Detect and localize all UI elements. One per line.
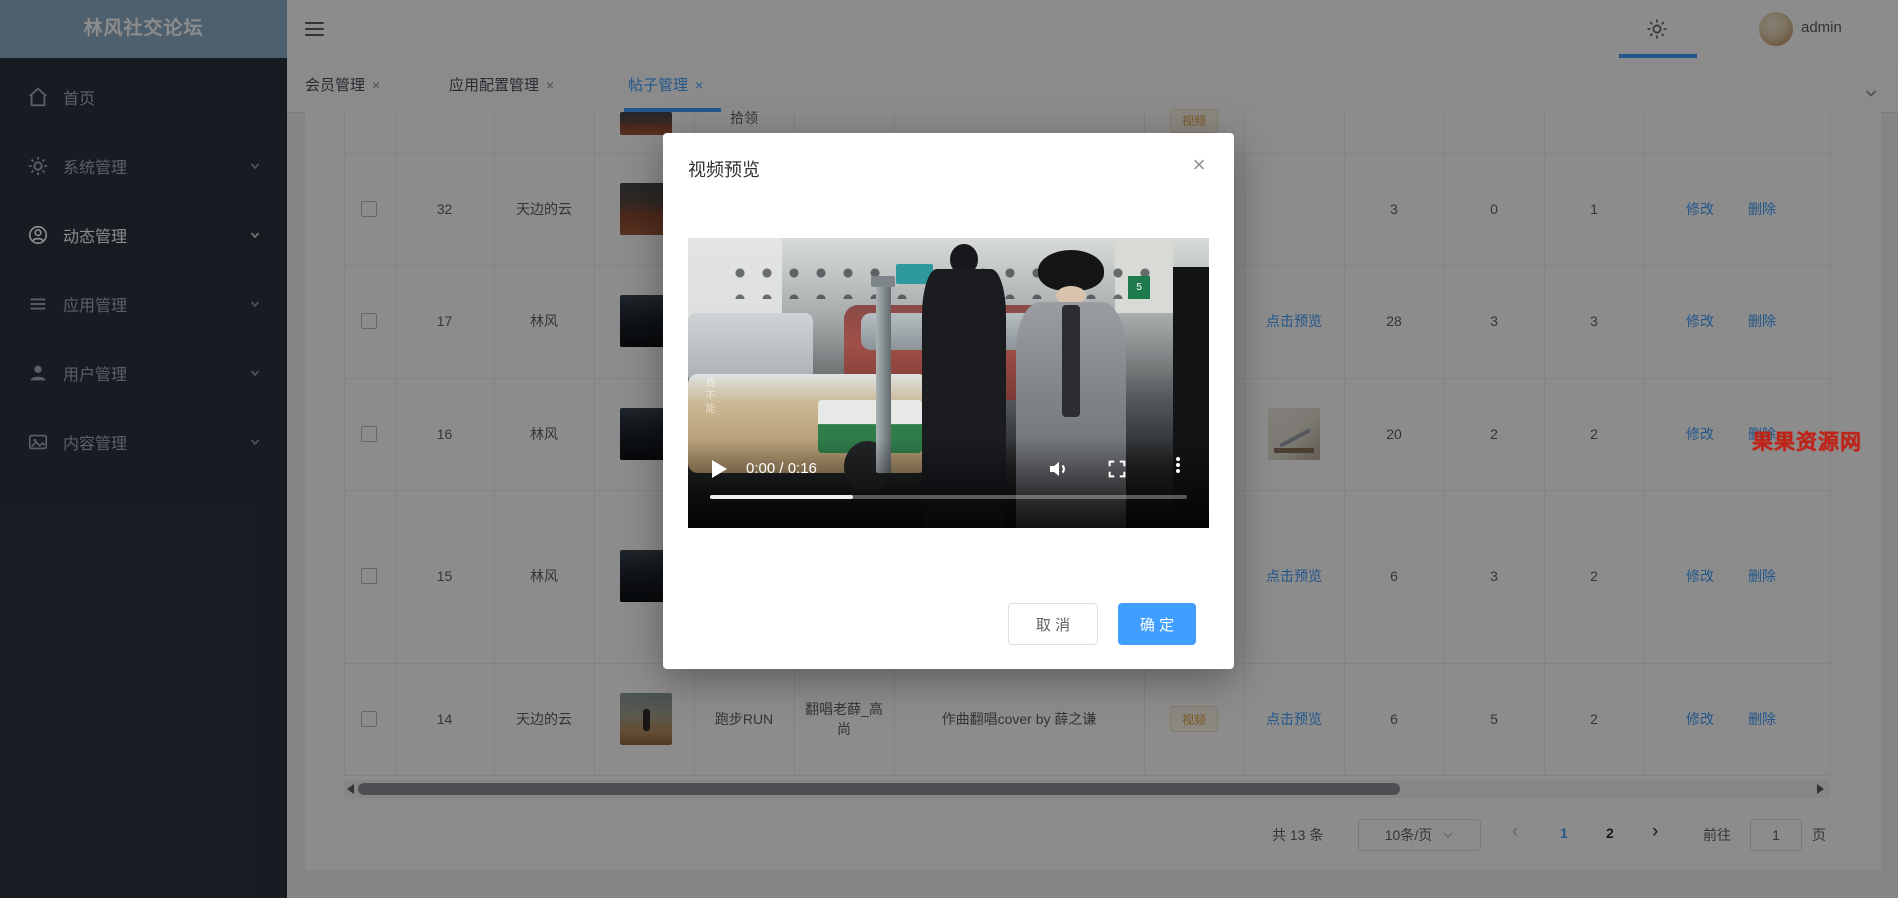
video-player[interactable]: 5 我不能 0:00 / 0:16 xyxy=(688,238,1209,528)
confirm-button[interactable]: 确 定 xyxy=(1118,603,1196,645)
site-watermark: 果果资源网 xyxy=(1752,426,1862,456)
video-time: 0:00 / 0:16 xyxy=(746,460,817,477)
app-window: 林风社交论坛 首页 系统管理 动态管理 应用管理 xyxy=(0,0,1898,898)
more-options-kebab-icon[interactable] xyxy=(1174,455,1182,475)
video-progress-bar[interactable] xyxy=(710,495,1187,499)
cancel-button[interactable]: 取 消 xyxy=(1008,603,1098,645)
video-controls-shade xyxy=(688,438,1209,528)
video-buffered-bar xyxy=(710,495,853,499)
play-icon[interactable] xyxy=(712,460,727,478)
fullscreen-icon[interactable] xyxy=(1106,458,1128,480)
dialog-close-icon[interactable]: × xyxy=(1186,152,1212,178)
volume-icon[interactable] xyxy=(1046,457,1070,481)
dialog-title: 视频预览 xyxy=(688,156,760,182)
